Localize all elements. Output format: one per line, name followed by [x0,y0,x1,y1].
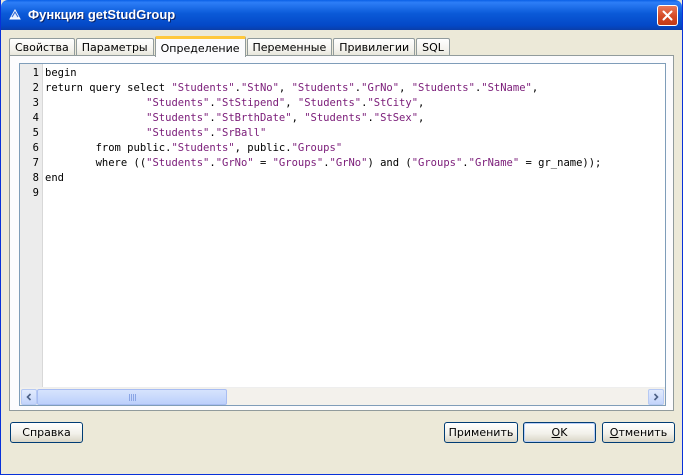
tab-parameters[interactable]: Параметры [75,38,154,56]
string-token: "Students" [297,97,362,109]
string-token: "Students" [146,97,210,109]
string-token: "StCity" [367,97,419,109]
string-token: "Students" [411,82,475,94]
title-bar[interactable]: Функция getStudGroup [1,0,682,30]
help-button[interactable]: Справка [10,422,83,443]
dialog-window: Функция getStudGroup Свойства Параметры … [0,0,683,475]
code-area[interactable]: begin return query select "Students"."StN… [45,64,665,387]
string-token: "Groups" [272,157,324,169]
code-token: , [285,97,298,109]
line-number: 3 [32,97,39,109]
cancel-button[interactable]: Отменить [602,422,675,443]
code-token: , public. [234,142,292,154]
code-line: "Students"."StStipend", "Students"."StCi… [45,96,665,111]
arrow-left-icon [26,393,32,401]
line-number: 5 [32,127,39,139]
line-number: 6 [32,142,39,154]
tab-privileges[interactable]: Привилегии [333,38,416,56]
code-token: , [418,97,425,109]
line-number: 2 [32,82,39,94]
tab-variables[interactable]: Переменные [246,38,333,56]
scroll-left-button[interactable] [21,389,37,405]
string-token: "StNo" [240,82,279,94]
horizontal-scrollbar[interactable] [20,387,665,405]
code-line: "Students"."StBrthDate", "Students"."StS… [45,111,665,126]
code-line: where (("Students"."GrNo" = "Groups"."Gr… [45,156,665,171]
code-token: end [45,172,64,184]
string-token: "Groups" [411,157,463,169]
window-title: Функция getStudGroup [28,7,176,22]
line-number: 4 [32,112,39,124]
code-token: return query select [45,82,172,94]
code-token: ) and ( [367,157,412,169]
string-token: "Groups" [291,142,343,154]
code-token: = [253,157,273,169]
scrollbar-thumb[interactable] [37,389,227,405]
tab-properties[interactable]: Свойства [9,38,75,56]
string-token: "Students" [146,127,210,139]
grip-icon [128,393,136,401]
code-line: end [45,171,665,186]
arrow-right-icon [653,393,659,401]
line-number: 1 [32,67,39,79]
code-token: , [399,82,412,94]
code-token: , [418,112,425,124]
code-token: where (( [45,157,147,169]
string-token: "GrNo" [329,157,368,169]
apply-button[interactable]: Применить [444,422,518,443]
string-token: "Students" [171,82,235,94]
string-token: "StBrthDate" [215,112,292,124]
string-token: "StName" [481,82,532,94]
code-line: begin [45,66,665,81]
code-token: begin [45,67,77,79]
line-number: 8 [32,172,39,184]
code-line: from public."Students", public."Groups" [45,141,665,156]
code-line: return query select "Students"."StNo", "… [45,81,665,96]
code-token: , [291,112,305,124]
string-token: "Students" [146,157,210,169]
string-token: "Students" [304,112,368,124]
string-token: "StStipend" [215,97,286,109]
string-token: "Students" [291,82,355,94]
string-token: "Students" [146,112,210,124]
ok-button[interactable]: OK [523,422,596,443]
tab-definition[interactable]: Определение [154,36,246,57]
string-token: "GrNo" [215,157,254,169]
code-token: = gr_name)); [519,157,602,169]
close-icon [662,10,673,21]
line-number-gutter: 1 2 3 4 5 6 7 8 9 [20,64,43,387]
string-token: "Students" [171,142,235,154]
code-line: "Students"."SrBall" [45,126,665,141]
tab-sql[interactable]: SQL [416,38,450,56]
definition-panel: 1 2 3 4 5 6 7 8 9 begin return query select "Stud… [9,55,674,411]
string-token: "StSex" [373,112,419,124]
string-token: "SrBall" [215,127,267,139]
code-token: , [278,82,292,94]
scroll-right-button[interactable] [648,389,664,405]
function-icon [9,8,21,20]
tab-strip: Свойства Параметры Определение Переменны… [9,36,451,57]
string-token: "GrNo" [361,82,400,94]
code-token: from public. [45,142,172,154]
code-editor[interactable]: 1 2 3 4 5 6 7 8 9 begin return query select "Stud… [19,63,666,406]
string-token: "GrName" [468,157,520,169]
line-number: 7 [32,157,39,169]
line-number: 9 [32,187,39,199]
close-button[interactable] [657,5,678,26]
code-token: , [531,82,539,94]
